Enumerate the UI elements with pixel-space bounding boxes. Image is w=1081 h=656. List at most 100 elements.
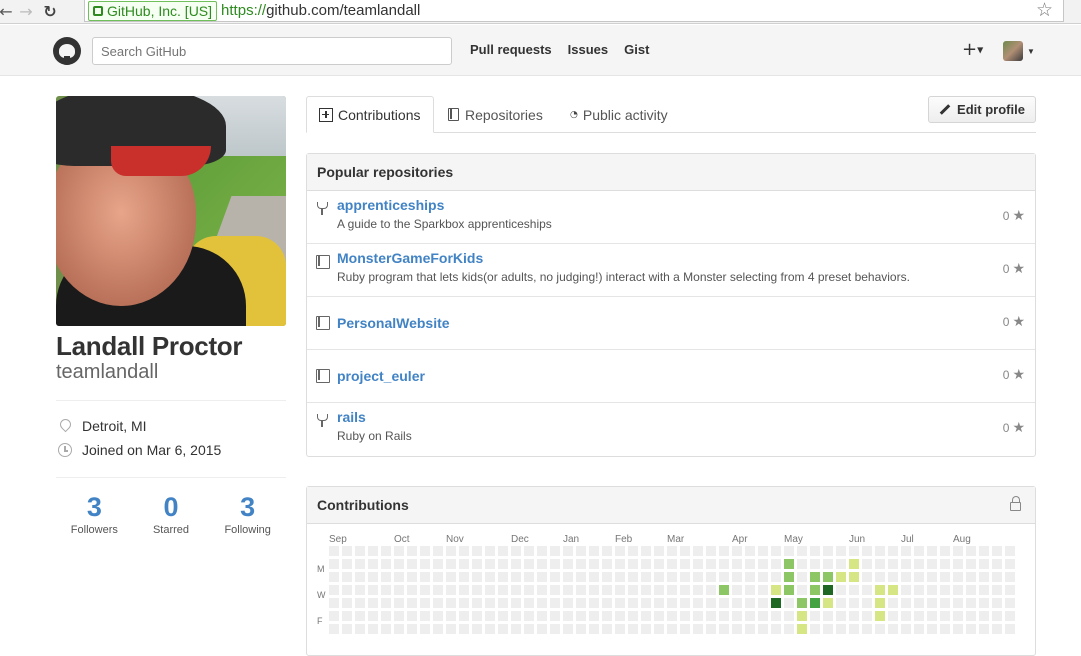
- contribution-day-cell[interactable]: [875, 546, 885, 556]
- contribution-day-cell[interactable]: [433, 546, 443, 556]
- contribution-day-cell[interactable]: [953, 585, 963, 595]
- contribution-day-cell[interactable]: [953, 611, 963, 621]
- contribution-day-cell[interactable]: [407, 585, 417, 595]
- contribution-day-cell[interactable]: [641, 624, 651, 634]
- contribution-day-cell[interactable]: [485, 546, 495, 556]
- contribution-day-cell[interactable]: [667, 611, 677, 621]
- contribution-day-cell[interactable]: [667, 559, 677, 569]
- contribution-day-cell[interactable]: [862, 611, 872, 621]
- contribution-day-cell[interactable]: [433, 572, 443, 582]
- contribution-day-cell[interactable]: [719, 611, 729, 621]
- contribution-day-cell[interactable]: [862, 598, 872, 608]
- contribution-day-cell[interactable]: [615, 585, 625, 595]
- contribution-day-cell[interactable]: [433, 611, 443, 621]
- contribution-day-cell[interactable]: [719, 624, 729, 634]
- contribution-day-cell[interactable]: [589, 546, 599, 556]
- contribution-day-cell[interactable]: [589, 624, 599, 634]
- contribution-day-cell[interactable]: [823, 585, 833, 595]
- contribution-day-cell[interactable]: [524, 559, 534, 569]
- contribution-day-cell[interactable]: [810, 624, 820, 634]
- contribution-day-cell[interactable]: [355, 624, 365, 634]
- list-item[interactable]: PersonalWebsite 0 ★: [307, 297, 1035, 350]
- contribution-day-cell[interactable]: [381, 598, 391, 608]
- repo-name-link[interactable]: PersonalWebsite: [337, 315, 450, 331]
- contribution-day-cell[interactable]: [589, 598, 599, 608]
- contribution-day-cell[interactable]: [368, 572, 378, 582]
- contribution-day-cell[interactable]: [992, 559, 1002, 569]
- contribution-day-cell[interactable]: [446, 546, 456, 556]
- contribution-day-cell[interactable]: [862, 546, 872, 556]
- contribution-day-cell[interactable]: [706, 559, 716, 569]
- contribution-day-cell[interactable]: [641, 585, 651, 595]
- list-item[interactable]: rails Ruby on Rails 0 ★: [307, 403, 1035, 456]
- contribution-day-cell[interactable]: [706, 624, 716, 634]
- contribution-day-cell[interactable]: [615, 611, 625, 621]
- contribution-day-cell[interactable]: [342, 585, 352, 595]
- contribution-day-cell[interactable]: [433, 598, 443, 608]
- contribution-day-cell[interactable]: [498, 598, 508, 608]
- contribution-day-cell[interactable]: [979, 598, 989, 608]
- contribution-day-cell[interactable]: [368, 585, 378, 595]
- contribution-day-cell[interactable]: [784, 585, 794, 595]
- contribution-day-cell[interactable]: [719, 598, 729, 608]
- contribution-day-cell[interactable]: [1005, 546, 1015, 556]
- contribution-day-cell[interactable]: [719, 559, 729, 569]
- contribution-day-cell[interactable]: [355, 559, 365, 569]
- contribution-day-cell[interactable]: [745, 598, 755, 608]
- contribution-day-cell[interactable]: [433, 559, 443, 569]
- contribution-day-cell[interactable]: [524, 572, 534, 582]
- contribution-day-cell[interactable]: [693, 624, 703, 634]
- contribution-day-cell[interactable]: [446, 559, 456, 569]
- contribution-day-cell[interactable]: [706, 546, 716, 556]
- contribution-day-cell[interactable]: [771, 559, 781, 569]
- contribution-day-cell[interactable]: [381, 585, 391, 595]
- contribution-day-cell[interactable]: [654, 624, 664, 634]
- contribution-day-cell[interactable]: [901, 546, 911, 556]
- contribution-day-cell[interactable]: [667, 546, 677, 556]
- nav-gist[interactable]: Gist: [624, 42, 649, 57]
- contribution-day-cell[interactable]: [511, 611, 521, 621]
- contribution-day-cell[interactable]: [420, 598, 430, 608]
- contribution-day-cell[interactable]: [888, 624, 898, 634]
- contribution-day-cell[interactable]: [745, 572, 755, 582]
- contribution-day-cell[interactable]: [836, 572, 846, 582]
- contribution-day-cell[interactable]: [836, 624, 846, 634]
- contribution-day-cell[interactable]: [797, 546, 807, 556]
- contribution-day-cell[interactable]: [771, 624, 781, 634]
- contribution-day-cell[interactable]: [420, 585, 430, 595]
- contribution-day-cell[interactable]: [771, 572, 781, 582]
- contribution-day-cell[interactable]: [719, 546, 729, 556]
- contribution-day-cell[interactable]: [823, 624, 833, 634]
- contribution-day-cell[interactable]: [979, 624, 989, 634]
- contribution-day-cell[interactable]: [342, 546, 352, 556]
- contribution-day-cell[interactable]: [914, 585, 924, 595]
- contribution-day-cell[interactable]: [342, 598, 352, 608]
- contribution-day-cell[interactable]: [992, 572, 1002, 582]
- contribution-day-cell[interactable]: [329, 546, 339, 556]
- list-item[interactable]: project_euler 0 ★: [307, 350, 1035, 403]
- contribution-day-cell[interactable]: [524, 624, 534, 634]
- contribution-day-cell[interactable]: [420, 559, 430, 569]
- contribution-day-cell[interactable]: [654, 585, 664, 595]
- contribution-day-cell[interactable]: [667, 572, 677, 582]
- contribution-day-cell[interactable]: [1005, 624, 1015, 634]
- contribution-day-cell[interactable]: [485, 572, 495, 582]
- contribution-day-cell[interactable]: [823, 572, 833, 582]
- repo-name-link[interactable]: rails: [337, 409, 366, 425]
- contribution-day-cell[interactable]: [524, 585, 534, 595]
- contribution-day-cell[interactable]: [758, 611, 768, 621]
- contribution-day-cell[interactable]: [615, 572, 625, 582]
- contribution-day-cell[interactable]: [667, 598, 677, 608]
- contribution-day-cell[interactable]: [927, 559, 937, 569]
- contribution-day-cell[interactable]: [641, 572, 651, 582]
- contribution-day-cell[interactable]: [394, 572, 404, 582]
- contribution-day-cell[interactable]: [576, 572, 586, 582]
- contribution-day-cell[interactable]: [615, 546, 625, 556]
- contribution-day-cell[interactable]: [758, 572, 768, 582]
- tab-repositories[interactable]: Repositories: [448, 96, 543, 133]
- contribution-day-cell[interactable]: [342, 624, 352, 634]
- contribution-day-cell[interactable]: [849, 598, 859, 608]
- contribution-day-cell[interactable]: [472, 546, 482, 556]
- contribution-day-cell[interactable]: [446, 572, 456, 582]
- contribution-day-cell[interactable]: [472, 585, 482, 595]
